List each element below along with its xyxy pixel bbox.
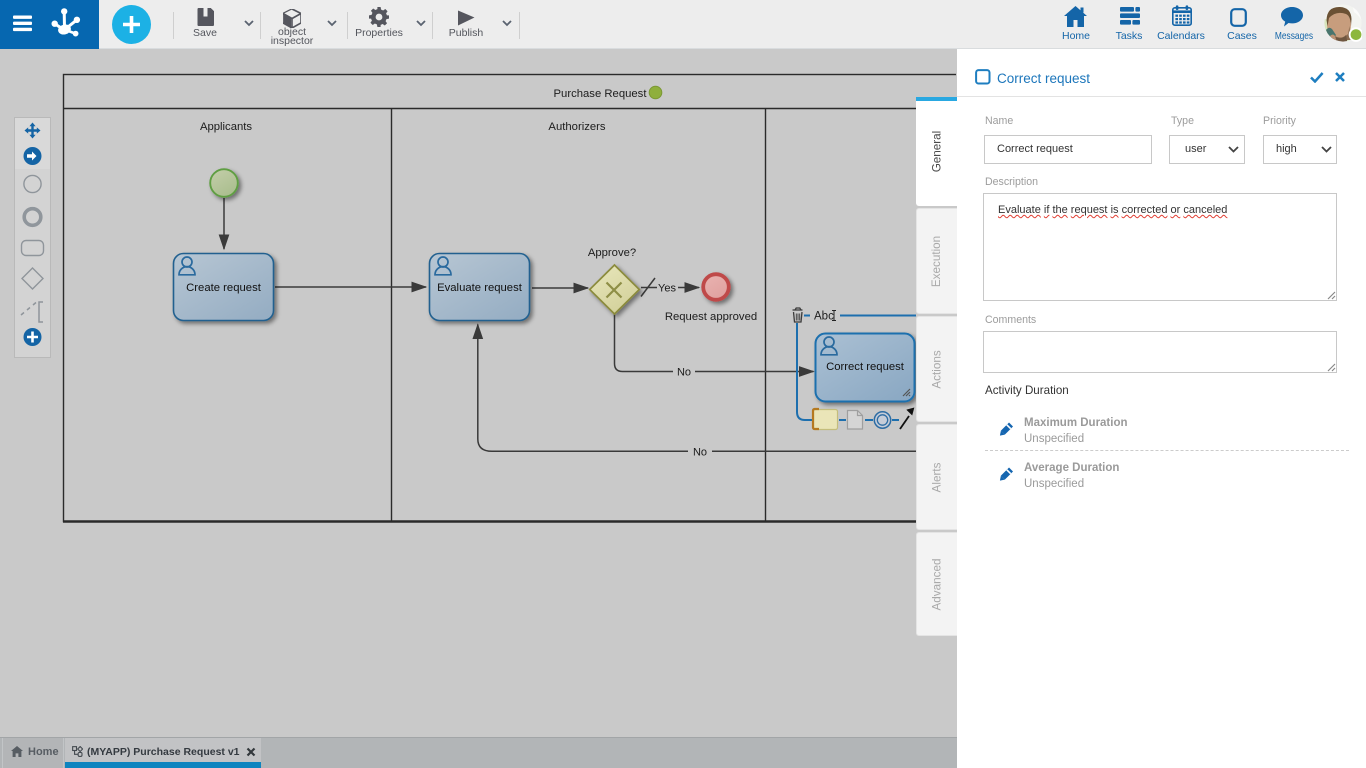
svg-text:No: No <box>693 446 707 458</box>
svg-text:Request approved: Request approved <box>665 311 757 323</box>
svg-text:No: No <box>677 367 691 379</box>
svg-text:Yes: Yes <box>658 283 676 295</box>
svg-text:Abc: Abc <box>814 311 834 323</box>
svg-text:Approve?: Approve? <box>588 247 636 259</box>
svg-text:Create request: Create request <box>186 282 262 294</box>
svg-text:Evaluate request: Evaluate request <box>437 282 523 294</box>
svg-text:Correct request: Correct request <box>826 361 905 373</box>
svg-text:Applicants: Applicants <box>200 121 252 133</box>
svg-text:Authorizers: Authorizers <box>548 121 605 133</box>
svg-text:Purchase Request: Purchase Request <box>554 88 648 100</box>
